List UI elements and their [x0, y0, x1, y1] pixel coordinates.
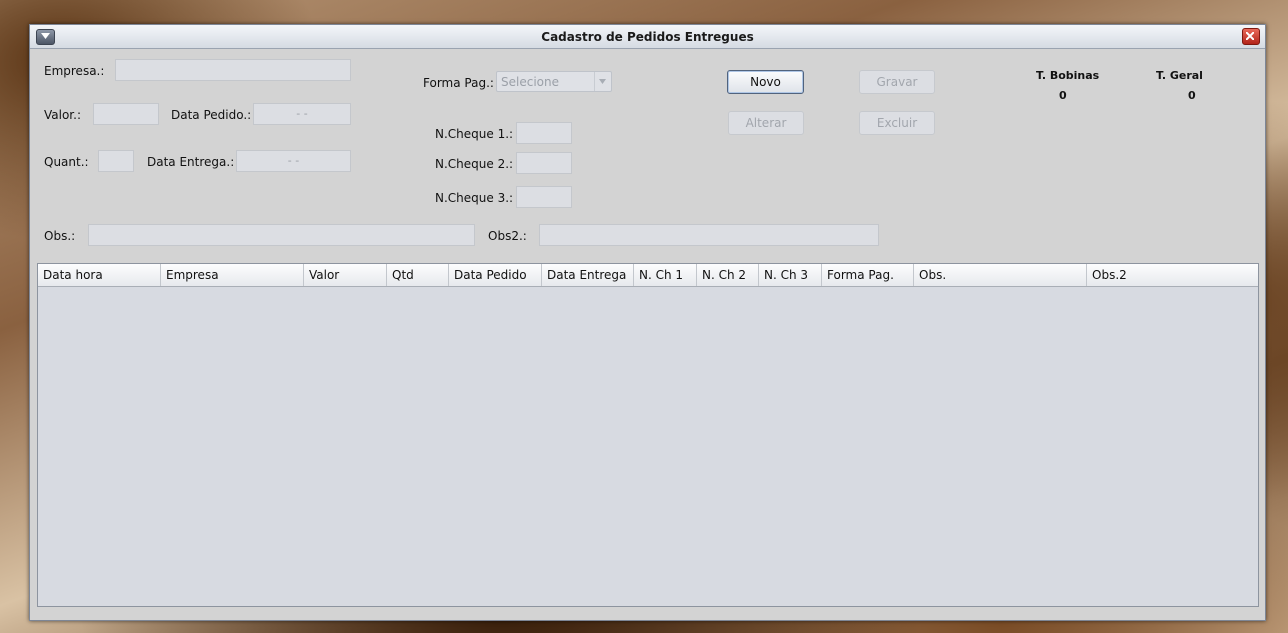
- column-header[interactable]: N. Ch 1: [634, 264, 697, 286]
- alterar-button[interactable]: Alterar: [728, 111, 804, 135]
- column-header[interactable]: Obs.: [914, 264, 1087, 286]
- close-button[interactable]: [1242, 28, 1260, 45]
- quant-field[interactable]: [98, 150, 134, 172]
- total-geral-value: 0: [1188, 89, 1196, 102]
- ncheque2-field[interactable]: [516, 152, 572, 174]
- forma-pag-selected: Selecione: [501, 75, 559, 89]
- obs2-field[interactable]: [539, 224, 879, 246]
- valor-field[interactable]: [93, 103, 159, 125]
- valor-label: Valor.:: [44, 108, 81, 122]
- data-entrega-label: Data Entrega.:: [147, 155, 235, 169]
- close-icon: [1246, 32, 1254, 40]
- total-bobinas-label: T. Bobinas: [1036, 69, 1100, 82]
- gravar-button[interactable]: Gravar: [859, 70, 935, 94]
- table-header: Data hora Empresa Valor Qtd Data Pedido …: [38, 264, 1258, 287]
- column-header[interactable]: Empresa: [161, 264, 304, 286]
- quant-label: Quant.:: [44, 155, 89, 169]
- column-header[interactable]: Data hora: [38, 264, 161, 286]
- excluir-button[interactable]: Excluir: [859, 111, 935, 135]
- dropdown-arrow-icon[interactable]: [594, 72, 611, 91]
- column-header[interactable]: Valor: [304, 264, 387, 286]
- novo-button[interactable]: Novo: [727, 70, 804, 94]
- pedidos-table[interactable]: Data hora Empresa Valor Qtd Data Pedido …: [37, 263, 1259, 607]
- column-header[interactable]: Data Pedido: [449, 264, 542, 286]
- ncheque3-label: N.Cheque 3.:: [435, 191, 514, 205]
- empresa-field[interactable]: [115, 59, 351, 81]
- ncheque1-label: N.Cheque 1.:: [435, 127, 514, 141]
- title-bar: Cadastro de Pedidos Entregues: [30, 25, 1265, 49]
- column-header[interactable]: N. Ch 2: [697, 264, 759, 286]
- column-header[interactable]: Data Entrega: [542, 264, 634, 286]
- column-header[interactable]: N. Ch 3: [759, 264, 822, 286]
- ncheque1-field[interactable]: [516, 122, 572, 144]
- window-title: Cadastro de Pedidos Entregues: [541, 30, 754, 44]
- ncheque2-label: N.Cheque 2.:: [435, 157, 514, 171]
- pedidos-window: Cadastro de Pedidos Entregues Empresa.: …: [29, 24, 1266, 621]
- total-geral-label: T. Geral: [1156, 69, 1203, 82]
- column-header[interactable]: Obs.2: [1087, 264, 1258, 286]
- forma-pag-select[interactable]: Selecione: [496, 71, 612, 92]
- column-header[interactable]: Qtd: [387, 264, 449, 286]
- obs-label: Obs.:: [44, 229, 76, 243]
- obs2-label: Obs2.:: [488, 229, 527, 243]
- ncheque3-field[interactable]: [516, 186, 572, 208]
- obs-field[interactable]: [88, 224, 475, 246]
- data-entrega-field[interactable]: - -: [236, 150, 351, 172]
- column-header[interactable]: Forma Pag.: [822, 264, 914, 286]
- empresa-label: Empresa.:: [44, 64, 105, 78]
- forma-pag-label: Forma Pag.:: [423, 76, 494, 90]
- data-pedido-label: Data Pedido.:: [171, 108, 252, 122]
- data-pedido-field[interactable]: - -: [253, 103, 351, 125]
- total-bobinas-value: 0: [1059, 89, 1067, 102]
